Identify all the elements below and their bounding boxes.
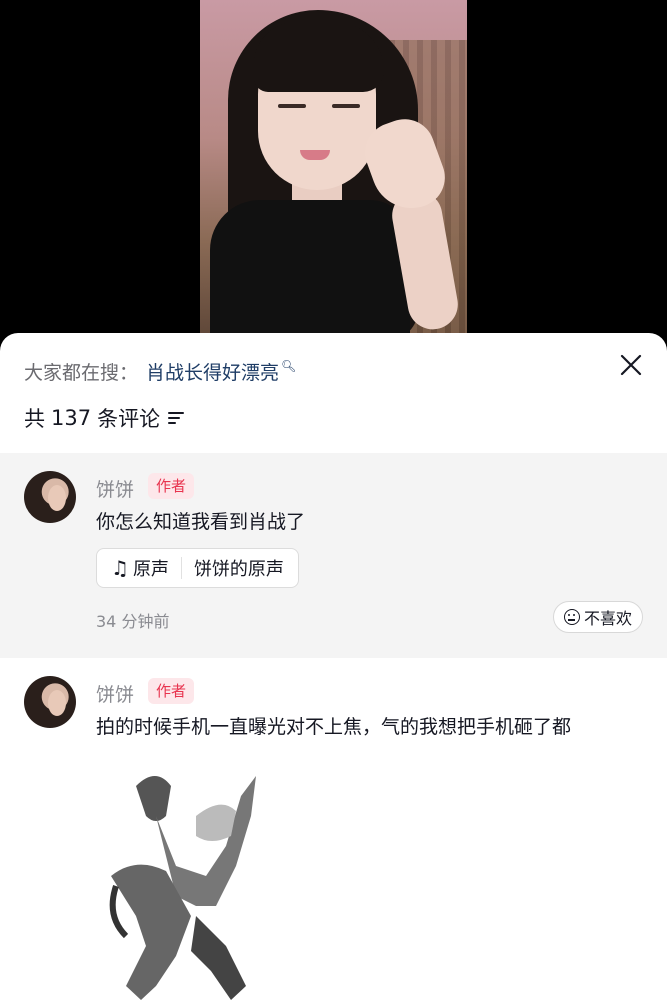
comment-count-suffix: 条评论 <box>97 407 161 431</box>
music-note-icon: ♫ <box>111 556 129 580</box>
video-subject-eye <box>332 104 360 108</box>
video-frame[interactable] <box>200 0 467 345</box>
sound-title: 饼饼的原声 <box>193 559 284 580</box>
trending-search-prefix: 大家都在搜： <box>24 361 139 384</box>
video-subject-bangs <box>254 22 384 92</box>
video-subject-eye <box>278 104 306 108</box>
comment-item[interactable]: 饼饼 作者 拍的时候手机一直曝光对不上焦，气的我想把手机砸了都 <box>0 658 667 1000</box>
comment-text: 拍的时候手机一直曝光对不上焦，气的我想把手机砸了都 <box>96 716 572 738</box>
sad-face-icon <box>563 609 580 625</box>
comment-count-prefix: 共 <box>24 407 45 431</box>
comment-username[interactable]: 饼饼 <box>96 475 134 502</box>
close-button[interactable] <box>619 353 643 377</box>
comment-count-number: 137 <box>51 406 92 430</box>
dislike-button[interactable]: 不喜欢 <box>552 601 643 633</box>
search-icon: 🔍︎ <box>281 359 297 373</box>
comment-item[interactable]: 饼饼 作者 你怎么知道我看到肖战了 ♫ 原声 饼饼的原声 34 分钟前 不喜欢 <box>0 453 667 658</box>
comment-username[interactable]: 饼饼 <box>96 680 134 707</box>
video-player[interactable] <box>0 0 667 345</box>
comment-sheet: 大家都在搜： 肖战长得好漂亮 🔍︎ 共 137 条评论 饼饼 作者 你怎么知道我… <box>0 333 667 1000</box>
comment-count: 共 137 条评论 <box>24 403 185 433</box>
comment-timestamp: 34 分钟前 <box>96 612 170 631</box>
video-subject-body <box>210 200 410 345</box>
chip-divider <box>180 557 182 579</box>
avatar[interactable] <box>24 676 76 728</box>
sort-icon[interactable] <box>168 412 185 424</box>
dislike-label: 不喜欢 <box>583 609 632 628</box>
original-sound-chip[interactable]: ♫ 原声 饼饼的原声 <box>96 548 299 588</box>
trending-search[interactable]: 大家都在搜： 肖战长得好漂亮 🔍︎ <box>24 357 296 385</box>
trending-search-term[interactable]: 肖战长得好漂亮 <box>146 358 279 385</box>
author-badge: 作者 <box>148 678 195 704</box>
comment-text: 你怎么知道我看到肖战了 <box>96 511 306 533</box>
author-badge: 作者 <box>148 473 195 499</box>
close-icon <box>620 354 642 376</box>
avatar[interactable] <box>24 471 76 523</box>
sound-label: 原声 <box>132 559 169 580</box>
sticker-image[interactable] <box>96 756 276 1000</box>
